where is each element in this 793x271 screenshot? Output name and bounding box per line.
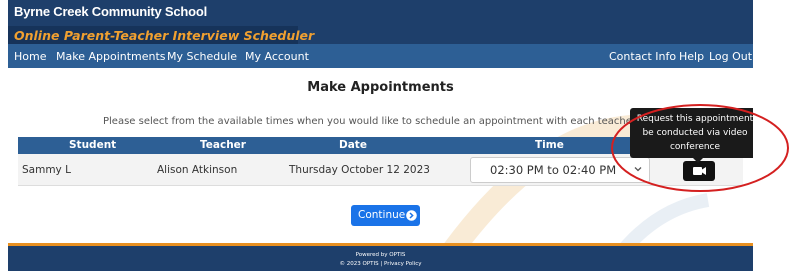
chevron-down-icon bbox=[634, 167, 642, 172]
footer-powered-by: Powered by OPTIS bbox=[355, 252, 406, 258]
arrow-circle-right-icon bbox=[406, 210, 417, 221]
instructions-text: Please select from the available times w… bbox=[103, 116, 717, 127]
footer-copyright: © 2023 OPTIS bbox=[339, 261, 379, 267]
school-name: Byrne Creek Community School bbox=[14, 4, 208, 19]
nav-my-account[interactable]: My Account bbox=[245, 50, 309, 63]
time-select-value: 02:30 PM to 02:40 PM bbox=[490, 163, 617, 177]
app-name: Online Parent-Teacher Interview Schedule… bbox=[14, 28, 315, 43]
privacy-policy-link[interactable]: Privacy Policy bbox=[384, 261, 421, 267]
tooltip-text: Request this appointment be conducted vi… bbox=[636, 114, 753, 152]
nav-make-appointments[interactable]: Make Appointments bbox=[56, 50, 166, 63]
column-header-date: Date bbox=[339, 139, 367, 151]
video-camera-icon bbox=[693, 167, 706, 175]
video-conference-button[interactable] bbox=[683, 161, 715, 181]
column-header-student: Student bbox=[69, 139, 117, 151]
page-title: Make Appointments bbox=[307, 80, 454, 95]
nav-my-schedule[interactable]: My Schedule bbox=[167, 50, 237, 63]
continue-label: Continue bbox=[358, 209, 406, 221]
nav-help[interactable]: Help bbox=[679, 50, 704, 63]
cell-date: Thursday October 12 2023 bbox=[289, 164, 430, 176]
column-header-time: Time bbox=[535, 139, 564, 151]
tooltip-arrow bbox=[693, 158, 703, 163]
cell-teacher: Alison Atkinson bbox=[157, 164, 238, 176]
header-fill bbox=[298, 26, 753, 44]
column-header-teacher: Teacher bbox=[200, 139, 246, 151]
footer bbox=[8, 246, 753, 271]
cell-student: Sammy L bbox=[22, 164, 71, 176]
nav-contact-info[interactable]: Contact Info bbox=[609, 50, 676, 63]
footer-copyright-line: © 2023 OPTIS | Privacy Policy bbox=[8, 261, 753, 267]
nav-log-out[interactable]: Log Out bbox=[709, 50, 752, 63]
nav-home[interactable]: Home bbox=[14, 50, 46, 63]
app-window: Byrne Creek Community School Online Pare… bbox=[8, 0, 753, 271]
footer-separator: | bbox=[380, 261, 383, 267]
